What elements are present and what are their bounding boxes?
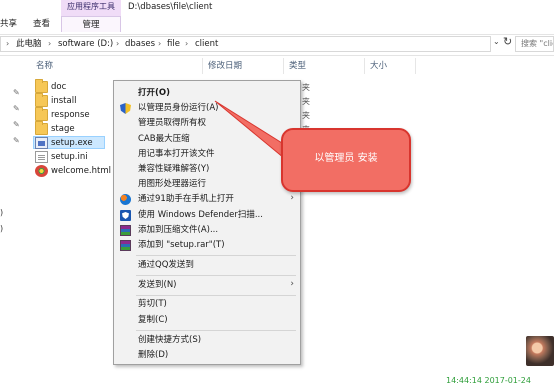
menu-item-delete[interactable]: 删除(D): [114, 348, 300, 363]
uac-shield-icon: [120, 103, 131, 114]
menu-item-run-with-gpu[interactable]: 用图形处理器运行: [114, 177, 300, 192]
annotation-text: 以管理员 安装: [314, 153, 378, 164]
breadcrumb-this-pc[interactable]: 此电脑: [16, 38, 42, 50]
pin-icon[interactable]: ✎: [13, 88, 20, 97]
menu-item-label: CAB最大压缩: [138, 134, 190, 144]
breadcrumb-chevron-icon[interactable]: ›: [158, 38, 161, 50]
search-input[interactable]: 搜索 "client": [515, 36, 554, 52]
pin-icon[interactable]: ✎: [13, 120, 20, 129]
menu-item-label: 以管理员身份运行(A): [138, 103, 219, 113]
menu-item-label: 打开(O): [138, 88, 170, 98]
menu-item-label: 添加到压缩文件(A)...: [138, 225, 219, 235]
breadcrumb-chevron-icon[interactable]: ›: [6, 38, 9, 50]
folder-icon: [35, 121, 48, 135]
menu-item-open-notepad[interactable]: 用记事本打开该文件: [114, 147, 300, 162]
window-title-path: D:\dbases\file\client: [128, 2, 213, 12]
breadcrumb-file[interactable]: file: [167, 38, 180, 50]
menu-item-send-to[interactable]: 发送到(N) ›: [114, 278, 300, 293]
refresh-icon[interactable]: ↻: [503, 35, 512, 48]
column-header-type[interactable]: 类型: [289, 60, 306, 72]
html-file-icon: [35, 165, 48, 177]
menu-separator: [136, 275, 296, 276]
timestamp-watermark: 14:44:14 2017-01-24: [446, 376, 531, 385]
menu-item-label: 使用 Windows Defender扫描...: [138, 210, 263, 220]
menu-item-label: 创建快捷方式(S): [138, 335, 202, 345]
column-divider[interactable]: [415, 58, 416, 74]
menu-item-label: 添加到 "setup.rar"(T): [138, 240, 225, 250]
column-header-date[interactable]: 修改日期: [208, 60, 242, 72]
file-name: install: [51, 96, 77, 106]
file-name: setup.exe: [51, 138, 93, 148]
nav-pane-fragment[interactable]: ): [0, 224, 3, 233]
breadcrumb-client[interactable]: client: [195, 38, 218, 50]
context-menu: 打开(O) 以管理员身份运行(A) 管理员取得所有权 CAB最大压缩 用记事本打…: [113, 80, 301, 365]
pin-icon[interactable]: ✎: [13, 136, 20, 145]
file-name: doc: [51, 82, 67, 92]
tab-share[interactable]: 共享: [0, 16, 17, 32]
type-cell: 夹: [302, 83, 310, 92]
address-dropdown-icon[interactable]: ⌄: [493, 37, 500, 46]
menu-separator: [136, 295, 296, 296]
menu-item-cut[interactable]: 剪切(T): [114, 297, 300, 312]
menu-item-label: 复制(C): [138, 315, 168, 325]
menu-item-label: 发送到(N): [138, 280, 177, 290]
menu-item-label: 通过91助手在手机上打开: [138, 194, 234, 204]
avatar[interactable]: [526, 336, 554, 366]
folder-icon: [35, 93, 48, 107]
menu-item-label: 兼容性疑难解答(Y): [138, 164, 210, 174]
file-name: stage: [51, 124, 75, 134]
file-name: welcome.html: [51, 166, 111, 176]
submenu-arrow-icon: ›: [290, 193, 294, 203]
application-tools-header: 应用程序工具: [67, 2, 115, 11]
windows-defender-icon: [120, 210, 131, 221]
column-header-name[interactable]: 名称: [36, 60, 53, 72]
type-cell: 夹: [302, 97, 310, 106]
menu-item-label: 通过QQ发送到: [138, 260, 194, 270]
menu-item-label: 管理员取得所有权: [138, 118, 207, 128]
breadcrumb-chevron-icon[interactable]: ›: [48, 38, 51, 50]
menu-item-take-ownership[interactable]: 管理员取得所有权: [114, 116, 300, 131]
file-name: response: [51, 110, 90, 120]
menu-separator: [136, 330, 296, 331]
nav-pane-fragment[interactable]: ): [0, 208, 3, 217]
menu-item-compat-troubleshoot[interactable]: 兼容性疑难解答(Y): [114, 162, 300, 177]
type-cell: 夹: [302, 111, 310, 120]
menu-item-add-to-archive[interactable]: 添加到压缩文件(A)...: [114, 223, 300, 238]
tab-view[interactable]: 查看: [33, 16, 50, 32]
tab-manage[interactable]: 管理: [61, 16, 121, 32]
menu-item-cab-compress[interactable]: CAB最大压缩: [114, 132, 300, 147]
91-assistant-icon: [120, 194, 131, 205]
menu-item-run-as-admin[interactable]: 以管理员身份运行(A): [114, 101, 300, 116]
winrar-icon: [120, 240, 131, 251]
menu-item-label: 用图形处理器运行: [138, 179, 207, 189]
breadcrumb-software-d[interactable]: software (D:): [58, 38, 113, 50]
menu-item-defender-scan[interactable]: 使用 Windows Defender扫描...: [114, 208, 300, 223]
breadcrumb-chevron-icon[interactable]: ›: [185, 38, 188, 50]
pin-icon[interactable]: ✎: [13, 104, 20, 113]
exe-icon: [35, 137, 48, 149]
column-divider[interactable]: [283, 58, 284, 74]
column-header-size[interactable]: 大小: [370, 60, 387, 72]
winrar-icon: [120, 225, 131, 236]
breadcrumb-dbases[interactable]: dbases: [125, 38, 155, 50]
menu-item-copy[interactable]: 复制(C): [114, 313, 300, 328]
breadcrumb-chevron-icon[interactable]: ›: [116, 38, 119, 50]
menu-item-label: 剪切(T): [138, 299, 167, 309]
menu-item-open[interactable]: 打开(O): [114, 86, 300, 101]
menu-item-send-via-qq[interactable]: 通过QQ发送到: [114, 258, 300, 273]
column-divider[interactable]: [364, 58, 365, 74]
ini-file-icon: [35, 151, 48, 163]
menu-separator: [136, 255, 296, 256]
submenu-arrow-icon: ›: [290, 279, 294, 289]
menu-item-create-shortcut[interactable]: 创建快捷方式(S): [114, 333, 300, 348]
menu-item-label: 删除(D): [138, 350, 169, 360]
menu-item-label: 用记事本打开该文件: [138, 149, 215, 159]
column-divider[interactable]: [202, 58, 203, 74]
menu-item-open-91-assistant[interactable]: 通过91助手在手机上打开 ›: [114, 192, 300, 207]
folder-icon: [35, 79, 48, 93]
menu-item-add-to-setup-rar[interactable]: 添加到 "setup.rar"(T): [114, 238, 300, 253]
file-name: setup.ini: [51, 152, 88, 162]
folder-icon: [35, 107, 48, 121]
